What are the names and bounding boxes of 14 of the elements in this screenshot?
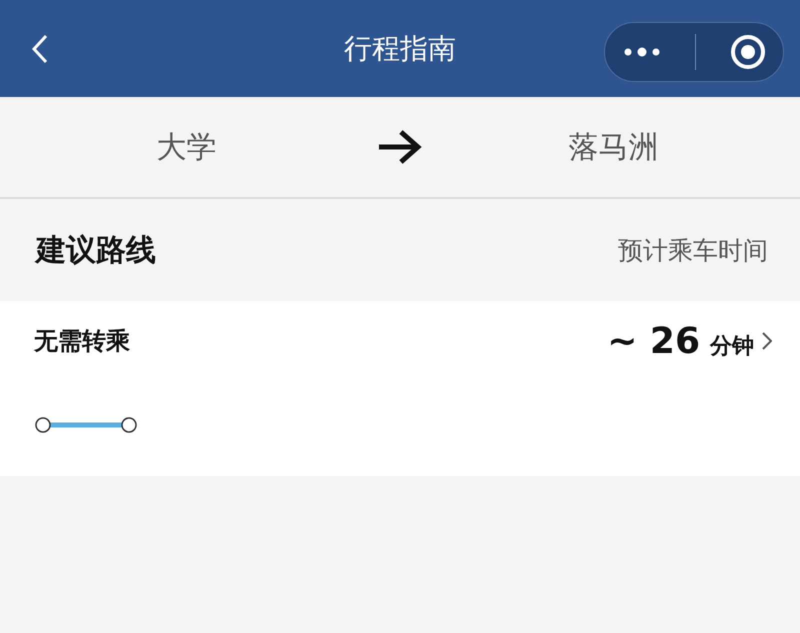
chevron-icon <box>762 332 772 350</box>
route-card[interactable]: 无需转乘 ~ 26 分钟 <box>0 301 800 476</box>
origin-station: 大学 <box>156 128 218 166</box>
route-line-icon <box>34 415 138 435</box>
section-title: 建议路线 <box>36 232 156 270</box>
arrow-icon <box>377 129 423 165</box>
back-icon[interactable] <box>32 34 48 64</box>
more-icon[interactable] <box>622 47 662 57</box>
page-title: 行程指南 <box>344 30 456 66</box>
destination-station: 落马洲 <box>567 128 660 166</box>
duration-value: ~ 26 <box>607 320 700 362</box>
route-title: 无需转乘 <box>34 326 130 357</box>
column-label: 预计乘车时间 <box>618 234 768 266</box>
duration-unit: 分钟 <box>710 332 754 360</box>
